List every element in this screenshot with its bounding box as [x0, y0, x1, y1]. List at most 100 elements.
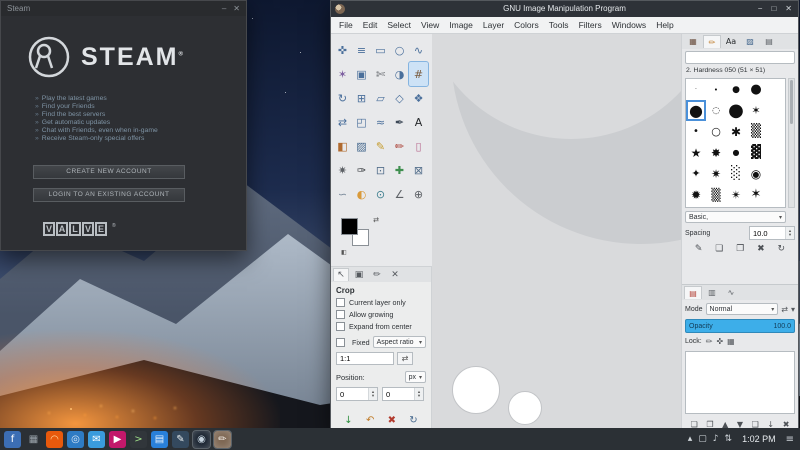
taskbar-email[interactable]: ✉: [88, 431, 105, 448]
steam-minimize-button[interactable]: –: [222, 4, 226, 13]
tool-crop[interactable]: #: [409, 62, 428, 86]
spacing-stepper[interactable]: ▴▾: [749, 226, 795, 240]
brush-tab[interactable]: ✏: [369, 268, 385, 281]
brush-item[interactable]: ◉: [746, 163, 766, 184]
stepper-arrows[interactable]: ▴▾: [785, 227, 794, 239]
brush-item[interactable]: ░: [726, 205, 746, 208]
tool-align[interactable]: ≡: [352, 38, 371, 62]
brush-item[interactable]: ○: [706, 121, 726, 142]
fonts-tab[interactable]: Aa: [722, 35, 740, 48]
taskbar-text-editor[interactable]: ✎: [172, 431, 189, 448]
taskbar-steam[interactable]: ◉: [193, 431, 210, 448]
tool-free-select[interactable]: ∿: [409, 38, 428, 62]
brush-item[interactable]: •: [686, 121, 706, 142]
tool-ellipse-select[interactable]: ○: [390, 38, 409, 62]
scrollbar-thumb[interactable]: [790, 80, 793, 124]
menu-item[interactable]: Filters: [574, 20, 607, 30]
create-account-button[interactable]: CREATE NEW ACCOUNT: [33, 165, 185, 179]
tool-smudge[interactable]: ∽: [333, 182, 352, 206]
gimp-titlebar[interactable]: GNU Image Manipulation Program − □ ✕: [331, 1, 798, 17]
tool-paths[interactable]: ✒: [390, 110, 409, 134]
brush-item[interactable]: ▒: [746, 121, 766, 142]
delete-brush[interactable]: ✖: [757, 244, 765, 254]
tool-text[interactable]: A: [409, 110, 428, 134]
refresh-brushes[interactable]: ↻: [778, 244, 786, 254]
tool-pencil[interactable]: ✎: [371, 134, 390, 158]
tool-heal[interactable]: ✚: [390, 158, 409, 182]
channels-tab[interactable]: ▥: [703, 286, 721, 299]
gradients-tab[interactable]: ▨: [741, 35, 759, 48]
tool-airbrush[interactable]: ✷: [333, 158, 352, 182]
tool-rotate[interactable]: ↻: [333, 86, 352, 110]
gimp-canvas[interactable]: [432, 34, 681, 430]
tool-gradient[interactable]: ▨: [352, 134, 371, 158]
tool-move[interactable]: ✜: [333, 38, 352, 62]
brush-item[interactable]: ✦: [686, 163, 706, 184]
brush-item[interactable]: ●: [726, 142, 746, 163]
taskbar-file-manager[interactable]: ▤: [151, 431, 168, 448]
tray-hidden-icons[interactable]: ▴: [688, 434, 693, 444]
brush-scrollbar[interactable]: [788, 78, 795, 208]
foreground-color-swatch[interactable]: [341, 218, 358, 235]
tool-ink[interactable]: ✑: [352, 158, 371, 182]
ratio-input[interactable]: [336, 352, 394, 365]
color-swatches[interactable]: ⇄ ◧: [341, 218, 381, 254]
brush-item[interactable]: ◌: [706, 100, 726, 121]
brush-item[interactable]: •: [706, 79, 726, 100]
swap-colors-icon[interactable]: ⇄: [373, 216, 379, 224]
taskbar-firefox[interactable]: ◠: [46, 431, 63, 448]
tool-select-by-color[interactable]: ▣: [352, 62, 371, 86]
brush-tag-dropdown[interactable]: Basic, ▾: [685, 211, 786, 223]
menu-item[interactable]: Windows: [607, 20, 651, 30]
brush-item[interactable]: ★: [746, 205, 766, 208]
brush-item[interactable]: ✹: [686, 184, 706, 205]
brush-item[interactable]: ✸: [706, 142, 726, 163]
orientation-toggle-icon[interactable]: ⇄: [397, 352, 413, 365]
stepper-arrows[interactable]: ▴▾: [414, 388, 423, 400]
position-x-input[interactable]: [337, 388, 368, 400]
brush-item[interactable]: ●: [746, 79, 766, 100]
document-history-tab[interactable]: ▤: [760, 35, 778, 48]
opacity-slider[interactable]: Opacity 100.0: [685, 319, 795, 333]
taskbar-web-browser[interactable]: ◎: [67, 431, 84, 448]
brush-item[interactable]: ▒: [706, 184, 726, 205]
restore-options[interactable]: ↶: [366, 415, 374, 426]
tool-perspective-clone[interactable]: ⊠: [409, 158, 428, 182]
tool-warp-transform[interactable]: ≈: [371, 110, 390, 134]
duplicate-brush[interactable]: ❐: [736, 244, 744, 254]
steam-titlebar[interactable]: Steam – ✕: [1, 1, 246, 16]
tool-paintbrush[interactable]: ✏: [390, 134, 409, 158]
delete-options[interactable]: ✖: [388, 415, 396, 426]
taskbar-app-launcher[interactable]: f: [4, 431, 21, 448]
tool-unified-transform[interactable]: ❖: [409, 86, 428, 110]
menu-item[interactable]: Help: [651, 20, 678, 30]
steam-close-button[interactable]: ✕: [233, 4, 240, 13]
aspect-ratio-dropdown[interactable]: Aspect ratio ▾: [373, 336, 426, 348]
tool-fuzzy-select[interactable]: ✶: [333, 62, 352, 86]
menu-item[interactable]: Colors: [509, 20, 544, 30]
tool-cage-transform[interactable]: ◰: [352, 110, 371, 134]
checkbox[interactable]: [336, 322, 345, 331]
menu-item[interactable]: Layer: [478, 20, 509, 30]
spacing-input[interactable]: [750, 227, 785, 239]
checkbox[interactable]: [336, 310, 345, 319]
patterns-tab[interactable]: ▦: [684, 35, 702, 48]
brush-item[interactable]: ●: [726, 79, 746, 100]
lock-pixels[interactable]: ✏: [706, 337, 713, 346]
mode-dropdown[interactable]: Normal ▾: [706, 303, 779, 315]
brush-item[interactable]: ✳: [686, 205, 706, 208]
tray-network[interactable]: ⇅: [725, 434, 733, 444]
taskbar-terminal[interactable]: >: [130, 431, 147, 448]
tray-display[interactable]: ▢: [698, 434, 707, 444]
gimp-maximize-button[interactable]: □: [771, 1, 776, 17]
brush-item[interactable]: ✶: [746, 184, 766, 205]
tool-eraser[interactable]: ▯: [409, 134, 428, 158]
brush-item[interactable]: ●: [726, 100, 746, 121]
edit-brush[interactable]: ✎: [695, 244, 703, 254]
menu-item[interactable]: Tools: [544, 20, 574, 30]
lock-position[interactable]: ✜: [716, 337, 723, 346]
brush-item[interactable]: ✷: [706, 163, 726, 184]
brush-filter-input[interactable]: [685, 51, 795, 64]
brush-item[interactable]: ░: [726, 163, 746, 184]
brush-item[interactable]: ▓: [746, 142, 766, 163]
